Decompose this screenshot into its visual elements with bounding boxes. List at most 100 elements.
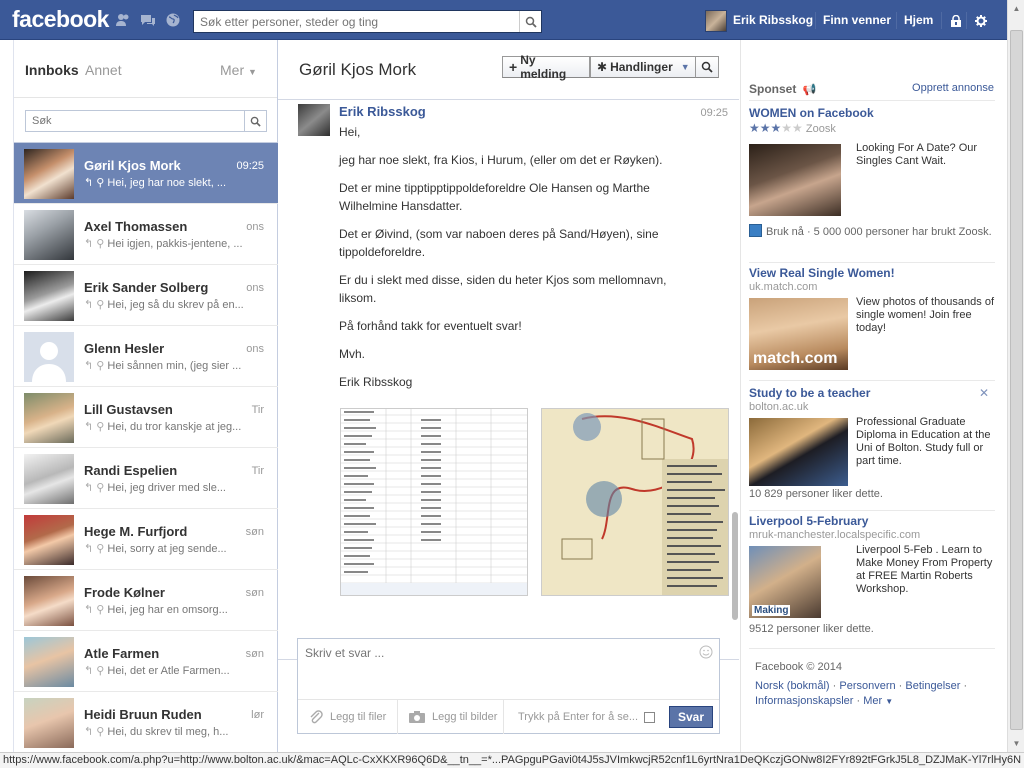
new-message-button[interactable]: + Ny melding: [502, 53, 590, 81]
window-scrollbar[interactable]: ▲ ▼: [1007, 0, 1024, 752]
nav-divider: [966, 12, 967, 29]
ad-image[interactable]: [749, 144, 841, 216]
thread-name: Glenn Hesler: [84, 341, 165, 356]
ad-match[interactable]: View Real Single Women! uk.match.com mat…: [749, 266, 995, 376]
thread-avatar[interactable]: [24, 332, 74, 382]
notifications-globe-icon[interactable]: [165, 12, 181, 28]
author-avatar[interactable]: [298, 104, 330, 136]
inbox-search-box[interactable]: [25, 110, 267, 132]
ad-image[interactable]: Making: [749, 546, 821, 618]
thread-row[interactable]: Frode Kølner søn ↰ ⚲ Hei, jeg har en omsor…: [14, 570, 278, 631]
thread-row[interactable]: Atle Farmen søn ↰ ⚲ Hei, det er Atle Farme…: [14, 631, 278, 692]
inbox-search-button[interactable]: [244, 111, 266, 131]
ad-text[interactable]: Liverpool 5-Feb . Learn to Make Money Fr…: [856, 544, 996, 596]
message-area[interactable]: Erik Ribsskog 09:25 Hei, jeg har noe sle…: [278, 100, 739, 660]
ad-title[interactable]: WOMEN on Facebook: [749, 106, 995, 120]
message-scrollbar[interactable]: [731, 100, 739, 660]
nav-home[interactable]: Hjem: [904, 0, 933, 40]
thread-avatar[interactable]: [24, 393, 74, 443]
settings-gear-icon[interactable]: [975, 15, 987, 27]
thread-avatar[interactable]: [24, 637, 74, 687]
footer-link-privacy[interactable]: Personvern: [839, 680, 895, 692]
nav-find-friends[interactable]: Finn venner: [823, 0, 891, 40]
ad-text[interactable]: View photos of thousands of single women…: [856, 296, 996, 335]
ad-text[interactable]: Professional Graduate Diploma in Educati…: [856, 416, 996, 468]
divider: [749, 380, 995, 381]
search-conversation-button[interactable]: [695, 56, 719, 78]
thread-avatar[interactable]: [24, 454, 74, 504]
attachment-map-image[interactable]: [541, 408, 729, 596]
divider: [503, 700, 504, 734]
thread-time: ons: [246, 221, 264, 233]
footer-link-more[interactable]: Mer: [863, 695, 882, 707]
conversation-header: Gøril Kjos Mork + Ny melding ✱ Handlinge…: [278, 40, 739, 100]
top-search-button[interactable]: [519, 11, 541, 32]
window-scroll-thumb[interactable]: [1010, 30, 1023, 730]
user-avatar[interactable]: [705, 10, 727, 32]
create-ad-link[interactable]: Opprett annonse: [912, 82, 994, 94]
ad-text[interactable]: Looking For A Date? Our Singles Cant Wai…: [856, 142, 996, 168]
footer-link-terms[interactable]: Betingelser: [905, 680, 960, 692]
thread-snippet-text: Hei, jeg har en omsorg...: [107, 604, 228, 616]
top-bar: facebook Erik Ribsskog Finn venner Hjem: [0, 0, 1007, 40]
thread-time: søn: [245, 648, 264, 660]
attach-photos-button[interactable]: Legg til bilder: [408, 700, 497, 734]
privacy-lock-icon[interactable]: [950, 15, 962, 27]
thread-row[interactable]: Gøril Kjos Mork 09:25 ↰ ⚲ Hei, jeg har noe…: [14, 143, 278, 204]
actions-button[interactable]: ✱ Handlinger ▼: [590, 56, 698, 78]
thread-avatar[interactable]: [24, 576, 74, 626]
thread-time: søn: [245, 526, 264, 538]
top-search-box[interactable]: [193, 10, 542, 33]
enter-to-send-checkbox[interactable]: [644, 700, 655, 734]
thread-avatar[interactable]: [24, 515, 74, 565]
scroll-down-arrow-icon[interactable]: ▼: [1008, 735, 1024, 752]
ad-image[interactable]: [749, 418, 848, 486]
ad-close-icon[interactable]: ✕: [979, 386, 989, 400]
message-paragraph: Er du i slekt med disse, siden du heter …: [339, 273, 667, 305]
ad-title[interactable]: Liverpool 5-February: [749, 514, 995, 528]
tab-inbox[interactable]: Innboks: [25, 62, 79, 78]
thread-avatar[interactable]: [24, 210, 74, 260]
ad-zoosk[interactable]: WOMEN on Facebook ★★★★★ Zoosk Looking Fo…: [749, 106, 995, 261]
message-scroll-thumb[interactable]: [732, 512, 738, 620]
ad-title[interactable]: Study to be a teacher: [749, 386, 995, 400]
emoticon-icon[interactable]: [699, 645, 713, 659]
tab-more[interactable]: Mer ▼: [220, 62, 257, 78]
footer-link-language[interactable]: Norsk (bokmål): [755, 680, 830, 692]
nav-user-name[interactable]: Erik Ribsskog: [733, 0, 813, 40]
scroll-up-arrow-icon[interactable]: ▲: [1008, 0, 1024, 17]
thread-row[interactable]: Randi Espelien Tir ↰ ⚲ Hei, jeg driver med…: [14, 448, 278, 509]
ad-liverpool[interactable]: Liverpool 5-February mruk-manchester.loc…: [749, 514, 995, 644]
thread-row[interactable]: Heidi Bruun Ruden lør ↰ ⚲ Hei, du skrev ti…: [14, 692, 278, 753]
ad-image[interactable]: match.com: [749, 298, 848, 370]
thread-row[interactable]: Erik Sander Solberg ons ↰ ⚲ Hei, jeg så du…: [14, 265, 278, 326]
thread-time: Tir: [251, 465, 264, 477]
thread-row[interactable]: Axel Thomassen ons ↰ ⚲ Hei igjen, pakkis-j…: [14, 204, 278, 265]
thread-avatar[interactable]: [24, 149, 74, 199]
facebook-logo[interactable]: facebook: [12, 6, 109, 33]
thread-row[interactable]: Lill Gustavsen Tir ↰ ⚲ Hei, du tror kanskj…: [14, 387, 278, 448]
friend-requests-icon[interactable]: [115, 12, 131, 28]
send-reply-button[interactable]: Svar: [669, 706, 713, 728]
gear-icon: ✱: [597, 60, 608, 74]
thread-avatar[interactable]: [24, 698, 74, 748]
messages-icon[interactable]: [140, 12, 156, 28]
thread-row[interactable]: Glenn Hesler ons ↰ ⚲ Hei sånnen min, (jeg …: [14, 326, 278, 387]
inbox-search-input[interactable]: [26, 111, 241, 131]
attach-files-button[interactable]: Legg til filer: [308, 700, 386, 734]
thread-row[interactable]: Hege M. Furfjord søn ↰ ⚲ Hei, sorry at jeg…: [14, 509, 278, 570]
thread-snippet: ↰ ⚲ Hei, jeg har noe slekt, ...: [84, 176, 264, 189]
attachment-spreadsheet-image[interactable]: [340, 408, 528, 596]
top-search-input[interactable]: [194, 11, 514, 32]
ad-bolton[interactable]: Study to be a teacher ✕ bolton.ac.uk Pro…: [749, 386, 995, 506]
thread-name: Axel Thomassen: [84, 219, 188, 234]
ad-title[interactable]: View Real Single Women!: [749, 266, 995, 280]
reply-attachment-icon: ↰ ⚲: [84, 421, 108, 433]
star-rating-icon: ★★★: [749, 121, 782, 135]
footer-link-cookies[interactable]: Informasjonskapsler: [755, 695, 853, 707]
reply-textarea[interactable]: [298, 639, 719, 699]
message-author[interactable]: Erik Ribsskog: [339, 104, 426, 119]
tab-other[interactable]: Annet: [85, 62, 122, 78]
message-body: Hei, jeg har noe slekt, fra Kios, i Huru…: [339, 123, 684, 401]
thread-avatar[interactable]: [24, 271, 74, 321]
